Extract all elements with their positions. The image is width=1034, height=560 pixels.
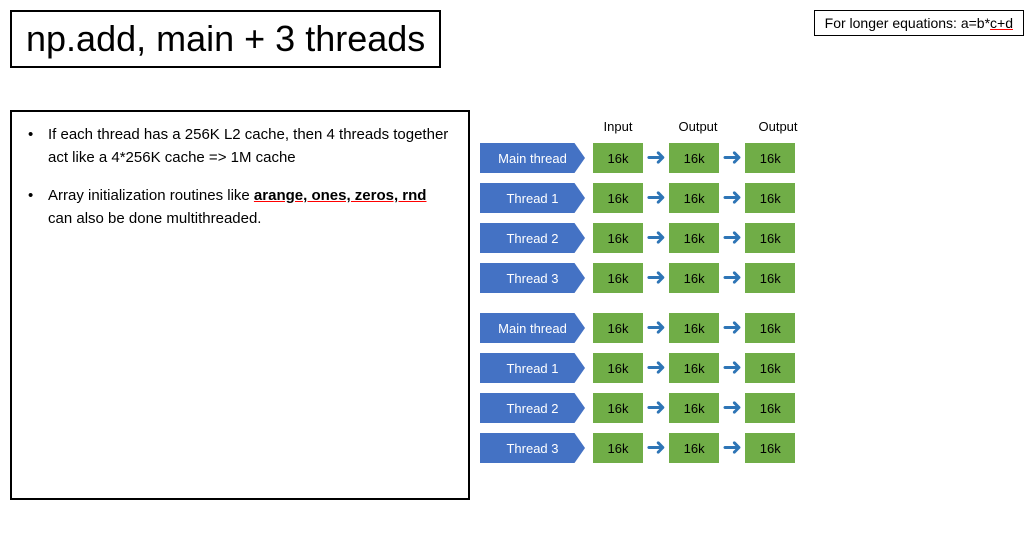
bold-keywords: arange, ones, zeros, rnd (254, 187, 427, 204)
arrow-icon: ➜ (722, 146, 742, 170)
slide-title: np.add, main + 3 threads (26, 18, 425, 60)
output-box-2: 16k (745, 313, 795, 343)
arrow-icon: ➜ (646, 226, 666, 250)
title-box: np.add, main + 3 threads (10, 10, 441, 68)
thread-group-2: Main thread 16k ➜ 16k ➜ 16k Thread 1 16k… (480, 311, 1025, 465)
output-box-1: 16k (669, 143, 719, 173)
output-box-1: 16k (669, 313, 719, 343)
col-output1-label: Output (673, 119, 723, 134)
output-box-2: 16k (745, 223, 795, 253)
arrow-icon: ➜ (722, 396, 742, 420)
group-separator (480, 301, 1025, 311)
arrow-icon: ➜ (646, 436, 666, 460)
bullet-2: Array initialization routines like arang… (28, 185, 452, 230)
input-box: 16k (593, 393, 643, 423)
thread-label: Thread 1 (480, 183, 585, 213)
column-headers: Input Output Output (480, 115, 1025, 137)
arrow-icon: ➜ (722, 436, 742, 460)
arrow-icon: ➜ (646, 396, 666, 420)
thread-group-1: Main thread 16k ➜ 16k ➜ 16k Thread 1 16k… (480, 141, 1025, 295)
col-output2-label: Output (753, 119, 803, 134)
thread-label: Thread 2 (480, 223, 585, 253)
arrow-icon: ➜ (646, 266, 666, 290)
input-box: 16k (593, 183, 643, 213)
table-row: Thread 1 16k ➜ 16k ➜ 16k (480, 181, 1025, 215)
output-box-1: 16k (669, 223, 719, 253)
arrow-icon: ➜ (722, 186, 742, 210)
output-box-2: 16k (745, 143, 795, 173)
thread-label: Thread 1 (480, 353, 585, 383)
output-box-1: 16k (669, 263, 719, 293)
table-row: Thread 3 16k ➜ 16k ➜ 16k (480, 261, 1025, 295)
note-highlight: c+d (990, 15, 1013, 31)
output-box-2: 16k (745, 183, 795, 213)
arrow-icon: ➜ (646, 186, 666, 210)
arrow-icon: ➜ (646, 356, 666, 380)
slide: np.add, main + 3 threads For longer equa… (0, 0, 1034, 560)
table-row: Thread 2 16k ➜ 16k ➜ 16k (480, 221, 1025, 255)
output-box-2: 16k (745, 433, 795, 463)
table-row: Thread 2 16k ➜ 16k ➜ 16k (480, 391, 1025, 425)
input-box: 16k (593, 143, 643, 173)
thread-label: Main thread (480, 143, 585, 173)
thread-label: Thread 2 (480, 393, 585, 423)
output-box-1: 16k (669, 433, 719, 463)
thread-label: Thread 3 (480, 433, 585, 463)
thread-diagram: Input Output Output Main thread 16k ➜ 16… (480, 115, 1025, 471)
input-box: 16k (593, 263, 643, 293)
output-box-1: 16k (669, 393, 719, 423)
arrow-icon: ➜ (722, 316, 742, 340)
note-prefix: For longer equations: a=b* (825, 15, 990, 31)
arrow-icon: ➜ (722, 226, 742, 250)
input-box: 16k (593, 313, 643, 343)
arrow-icon: ➜ (722, 356, 742, 380)
table-row: Main thread 16k ➜ 16k ➜ 16k (480, 311, 1025, 345)
top-right-note: For longer equations: a=b*c+d (814, 10, 1024, 36)
output-box-1: 16k (669, 353, 719, 383)
output-box-2: 16k (745, 393, 795, 423)
thread-label: Main thread (480, 313, 585, 343)
output-box-2: 16k (745, 353, 795, 383)
left-text-panel: If each thread has a 256K L2 cache, then… (10, 110, 470, 500)
arrow-icon: ➜ (646, 316, 666, 340)
table-row: Main thread 16k ➜ 16k ➜ 16k (480, 141, 1025, 175)
table-row: Thread 1 16k ➜ 16k ➜ 16k (480, 351, 1025, 385)
input-box: 16k (593, 433, 643, 463)
table-row: Thread 3 16k ➜ 16k ➜ 16k (480, 431, 1025, 465)
input-box: 16k (593, 353, 643, 383)
output-box-2: 16k (745, 263, 795, 293)
thread-label: Thread 3 (480, 263, 585, 293)
output-box-1: 16k (669, 183, 719, 213)
input-box: 16k (593, 223, 643, 253)
arrow-icon: ➜ (646, 146, 666, 170)
col-input-label: Input (593, 119, 643, 134)
arrow-icon: ➜ (722, 266, 742, 290)
bullet-1: If each thread has a 256K L2 cache, then… (28, 124, 452, 169)
